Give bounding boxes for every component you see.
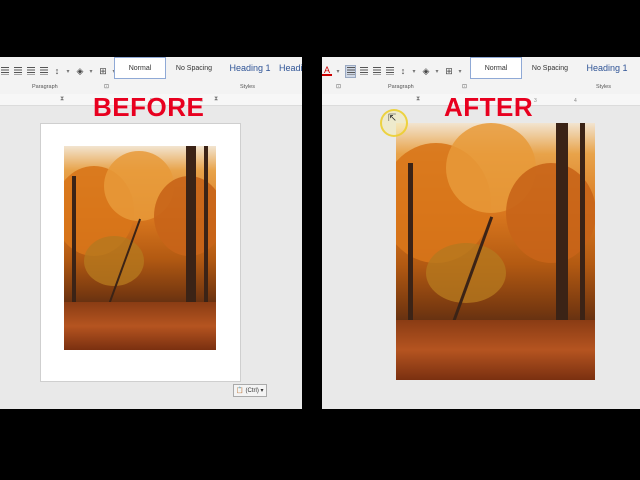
align-left-icon[interactable] — [0, 65, 10, 77]
paragraph-toolbar: ↕ ▾ ◈ ▾ ⊞ ▾ — [0, 63, 121, 79]
chevron-down-icon[interactable]: ▾ — [457, 65, 463, 77]
after-label: AFTER — [444, 92, 534, 122]
styles-gallery: Normal No Spacing Heading 1 — [470, 57, 636, 79]
ribbon: A ▾ ↕ ▾ ◈ ▾ ⊞ ▾ Normal No Spacing Headin… — [322, 57, 640, 95]
justify-icon[interactable] — [385, 65, 395, 77]
borders-icon[interactable]: ⊞ — [98, 65, 108, 77]
before-label: BEFORE — [93, 92, 205, 122]
styles-group-label: Styles — [596, 84, 611, 90]
paragraph-toolbar: A ▾ ↕ ▾ ◈ ▾ ⊞ ▾ — [322, 63, 467, 79]
align-right-icon[interactable] — [372, 65, 382, 77]
dialog-launcher-icon[interactable]: ⊡ — [104, 83, 109, 90]
paste-options-label: (Ctrl) ▾ — [245, 388, 264, 394]
chevron-down-icon[interactable]: ▾ — [434, 65, 440, 77]
indent-marker-icon[interactable]: ⧗ — [416, 96, 420, 103]
chevron-down-icon[interactable]: ▾ — [88, 65, 94, 77]
shading-icon[interactable]: ◈ — [75, 65, 85, 77]
style-no-spacing[interactable]: No Spacing — [166, 57, 222, 79]
autumn-forest-image-full-page[interactable] — [396, 123, 595, 380]
paragraph-group-label: Paragraph — [388, 84, 414, 90]
chevron-down-icon[interactable]: ▾ — [411, 65, 417, 77]
align-right-icon[interactable] — [26, 65, 36, 77]
dialog-launcher-icon[interactable]: ⊡ — [462, 83, 467, 90]
resize-cursor-icon: ⇱ — [388, 113, 397, 124]
chevron-down-icon[interactable]: ▾ — [65, 65, 71, 77]
ribbon: ↕ ▾ ◈ ▾ ⊞ ▾ Normal No Spacing Heading 1 … — [0, 57, 302, 95]
style-heading-1[interactable]: Heading 1 — [578, 57, 636, 79]
style-no-spacing[interactable]: No Spacing — [522, 57, 578, 79]
chevron-down-icon[interactable]: ▾ — [335, 65, 341, 77]
borders-icon[interactable]: ⊞ — [444, 65, 454, 77]
ruler-mark: 4 — [574, 98, 577, 104]
paragraph-group-label: Paragraph — [32, 84, 58, 90]
ruler-mark: 3 — [534, 98, 537, 104]
shading-icon[interactable]: ◈ — [421, 65, 431, 77]
paste-icon: 📋 — [236, 388, 244, 394]
align-center-icon[interactable] — [359, 65, 369, 77]
line-spacing-icon[interactable]: ↕ — [52, 65, 62, 77]
style-heading-1[interactable]: Heading 1 — [222, 57, 278, 79]
paste-options-button[interactable]: 📋 (Ctrl) ▾ — [233, 384, 267, 397]
autumn-forest-image[interactable] — [64, 146, 216, 350]
right-indent-marker-icon[interactable]: ⧗ — [214, 96, 218, 103]
dialog-launcher-icon[interactable]: ⊡ — [336, 83, 341, 90]
style-normal[interactable]: Normal — [114, 57, 166, 79]
font-color-icon[interactable]: A — [322, 65, 332, 76]
indent-marker-icon[interactable]: ⧗ — [60, 96, 64, 103]
align-center-icon[interactable] — [13, 65, 23, 77]
style-heading-2[interactable]: Headi — [278, 57, 302, 79]
justify-icon[interactable] — [39, 65, 49, 77]
styles-group-label: Styles — [240, 84, 255, 90]
align-left-icon[interactable] — [345, 64, 356, 78]
style-normal[interactable]: Normal — [470, 57, 522, 79]
styles-gallery: Normal No Spacing Heading 1 Headi — [114, 57, 302, 79]
line-spacing-icon[interactable]: ↕ — [398, 65, 408, 77]
